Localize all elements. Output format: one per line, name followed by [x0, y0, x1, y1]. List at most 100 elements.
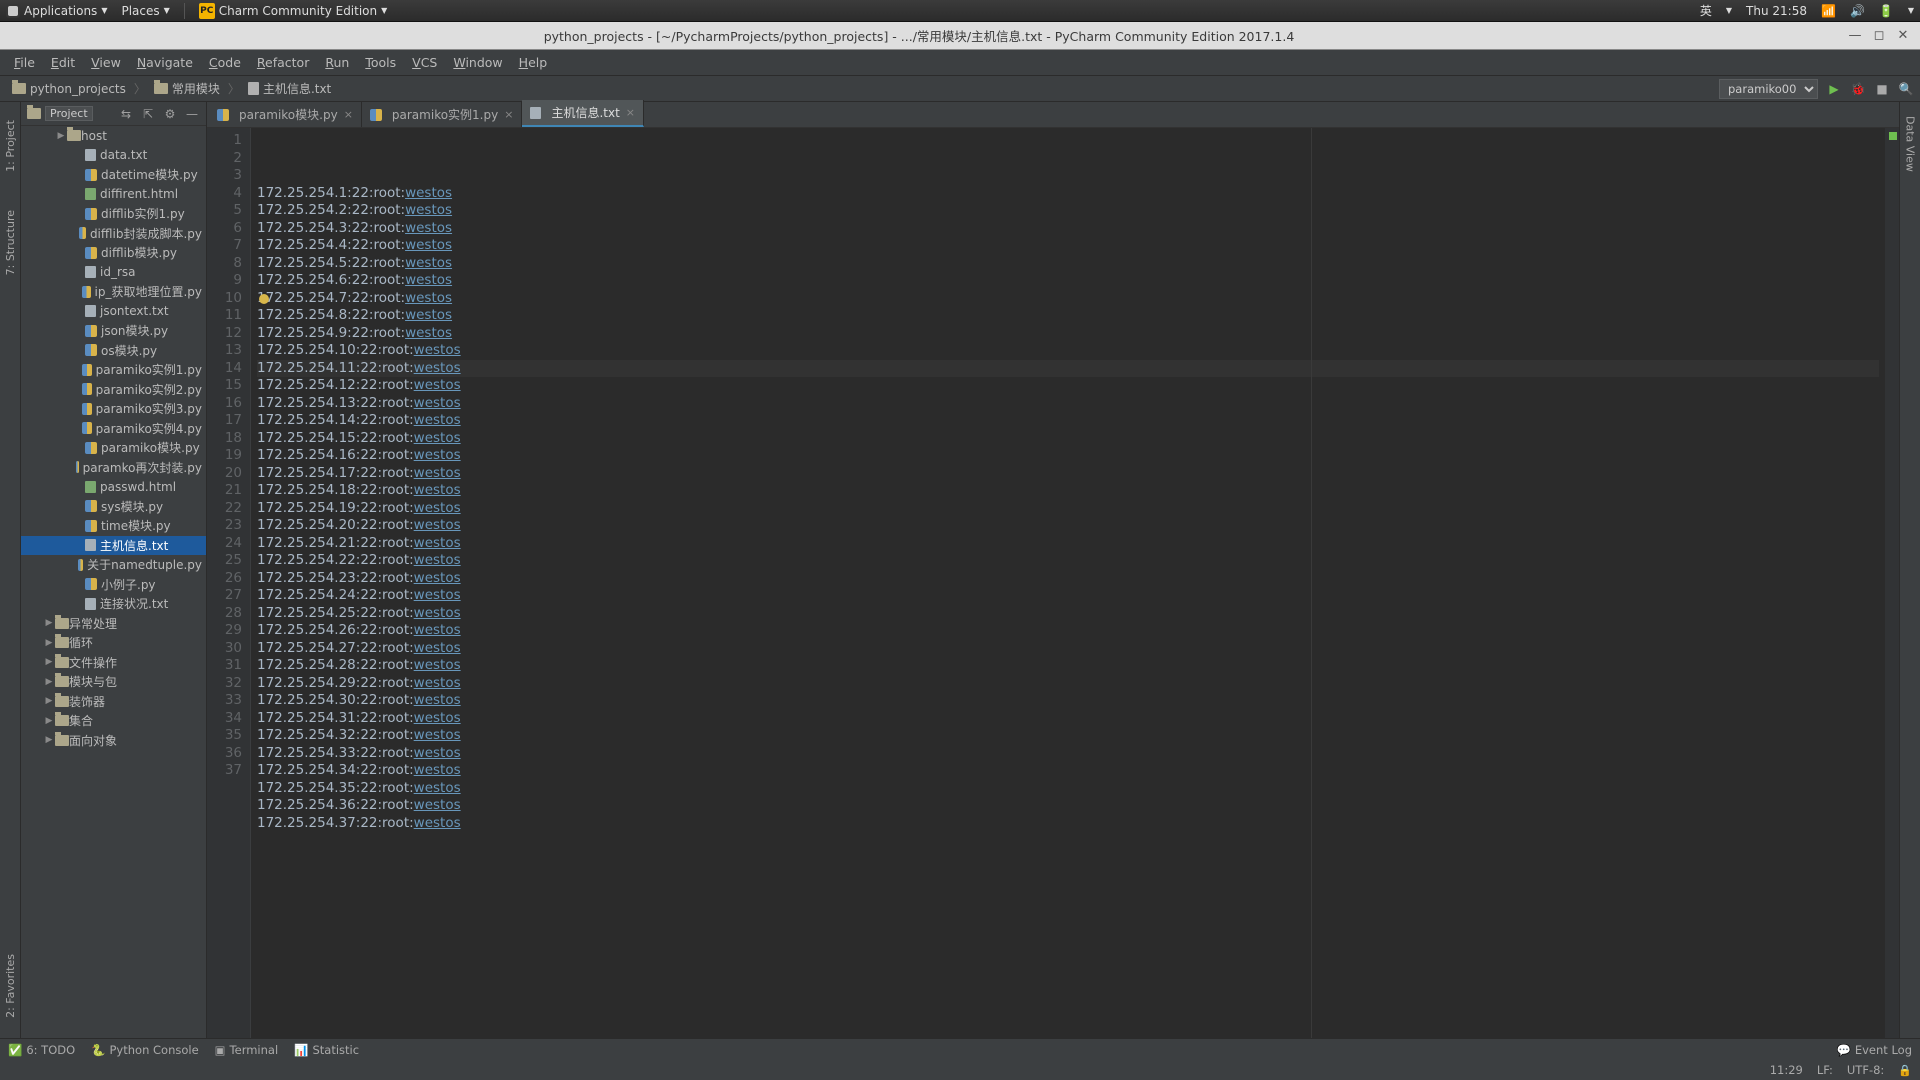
line-number-gutter[interactable]: 1234567891011121314151617181920212223242… [207, 128, 251, 1038]
editor-tab[interactable]: 主机信息.txt× [522, 100, 644, 127]
tree-file[interactable]: 主机信息.txt [21, 536, 206, 556]
editor-tab[interactable]: paramiko模块.py× [209, 102, 362, 127]
search-everywhere-button[interactable]: 🔍 [1898, 81, 1914, 97]
minimize-button[interactable]: — [1848, 28, 1862, 43]
tree-folder[interactable]: ▶循环 [21, 633, 206, 653]
side-tab-favorites[interactable]: 2: Favorites [2, 944, 19, 1028]
menu-window[interactable]: Window [445, 52, 510, 73]
intention-bulb-icon[interactable] [259, 294, 269, 304]
tree-file[interactable]: difflib封装成脚本.py [21, 224, 206, 244]
menu-vcs[interactable]: VCS [404, 52, 445, 73]
debug-button[interactable]: 🐞 [1850, 81, 1866, 97]
project-tree[interactable]: ▶hostdata.txtdatetime模块.pydiffirent.html… [21, 126, 206, 1038]
tree-file[interactable]: difflib模块.py [21, 243, 206, 263]
tree-folder[interactable]: ▶装饰器 [21, 692, 206, 712]
maximize-button[interactable]: ◻ [1872, 28, 1886, 43]
menu-code[interactable]: Code [201, 52, 249, 73]
code-line: 172.25.254.28:22:root:westos [257, 657, 1879, 675]
tree-folder[interactable]: ▶文件操作 [21, 653, 206, 673]
line-separator[interactable]: LF: [1817, 1063, 1833, 1077]
app-switcher[interactable]: PCCharm Community Edition▼ [199, 3, 388, 19]
tool-event-log[interactable]: 💬 Event Log [1837, 1043, 1912, 1057]
tree-file[interactable]: paramko再次封装.py [21, 458, 206, 478]
tool-todo[interactable]: ✅ 6: TODO [8, 1043, 75, 1057]
code-line: 172.25.254.29:22:root:westos [257, 675, 1879, 693]
tree-file[interactable]: 连接状况.txt [21, 594, 206, 614]
code-editor[interactable]: 172.25.254.1:22:root:westos172.25.254.2:… [251, 128, 1885, 1038]
code-line: 172.25.254.18:22:root:westos [257, 482, 1879, 500]
menu-run[interactable]: Run [317, 52, 357, 73]
tool-terminal[interactable]: ▣ Terminal [215, 1043, 278, 1057]
tree-file[interactable]: passwd.html [21, 477, 206, 497]
side-tab-data-view[interactable]: Data View [1902, 106, 1919, 182]
code-line: 172.25.254.21:22:root:westos [257, 535, 1879, 553]
menu-help[interactable]: Help [511, 52, 556, 73]
input-lang[interactable]: 英 [1700, 2, 1712, 19]
volume-icon[interactable]: 🔊 [1850, 4, 1865, 18]
menu-tools[interactable]: Tools [357, 52, 404, 73]
python-file-icon [217, 109, 229, 121]
tab-close-icon[interactable]: × [626, 106, 635, 119]
tree-folder[interactable]: ▶面向对象 [21, 731, 206, 751]
close-button[interactable]: ✕ [1896, 28, 1910, 43]
tool-statistic[interactable]: 📊 Statistic [294, 1043, 359, 1057]
tab-close-icon[interactable]: × [344, 108, 353, 121]
breadcrumb-root[interactable]: python_projects [6, 80, 132, 98]
menu-bar: FileEditViewNavigateCodeRefactorRunTools… [0, 50, 1920, 76]
menu-edit[interactable]: Edit [43, 52, 83, 73]
tree-file[interactable]: difflib实例1.py [21, 204, 206, 224]
menu-refactor[interactable]: Refactor [249, 52, 317, 73]
breadcrumb-file[interactable]: 主机信息.txt [242, 78, 337, 99]
text-file-icon [85, 149, 96, 161]
menu-view[interactable]: View [83, 52, 129, 73]
menu-navigate[interactable]: Navigate [129, 52, 201, 73]
tree-file[interactable]: paramiko实例3.py [21, 399, 206, 419]
code-line: 172.25.254.4:22:root:westos [257, 237, 1879, 255]
tree-folder[interactable]: ▶host [21, 126, 206, 146]
tree-file[interactable]: jsontext.txt [21, 302, 206, 322]
battery-icon[interactable]: 🔋 [1879, 4, 1894, 18]
tree-file[interactable]: data.txt [21, 146, 206, 166]
error-stripe[interactable] [1885, 128, 1899, 1038]
tree-file[interactable]: id_rsa [21, 263, 206, 283]
run-config-selector[interactable]: paramiko00 [1719, 79, 1818, 99]
tree-item-label: difflib模块.py [101, 244, 177, 261]
cursor-position[interactable]: 11:29 [1770, 1063, 1803, 1077]
scroll-to-source-icon[interactable]: ⇆ [118, 106, 134, 122]
readonly-lock-icon[interactable] [1898, 1063, 1912, 1077]
side-tab-structure[interactable]: 7: Structure [2, 200, 19, 285]
tree-file[interactable]: paramiko实例4.py [21, 419, 206, 439]
tree-file[interactable]: sys模块.py [21, 497, 206, 517]
collapse-all-icon[interactable]: ⇱ [140, 106, 156, 122]
network-icon[interactable]: 📶 [1821, 4, 1836, 18]
tree-file[interactable]: ip_获取地理位置.py [21, 282, 206, 302]
tree-folder[interactable]: ▶异常处理 [21, 614, 206, 634]
applications-menu[interactable]: Applications▼ [6, 4, 107, 18]
tree-file[interactable]: paramiko模块.py [21, 438, 206, 458]
breadcrumb-folder[interactable]: 常用模块 [148, 78, 226, 99]
places-menu[interactable]: Places▼ [121, 4, 169, 18]
tree-file[interactable]: paramiko实例1.py [21, 360, 206, 380]
run-button[interactable]: ▶ [1826, 81, 1842, 97]
editor-tab[interactable]: paramiko实例1.py× [362, 102, 523, 127]
tree-file[interactable]: 关于namedtuple.py [21, 555, 206, 575]
tree-file[interactable]: paramiko实例2.py [21, 380, 206, 400]
settings-icon[interactable]: ⚙ [162, 106, 178, 122]
tree-file[interactable]: diffirent.html [21, 185, 206, 205]
file-encoding[interactable]: UTF-8: [1847, 1063, 1884, 1077]
tree-file[interactable]: json模块.py [21, 321, 206, 341]
tree-file[interactable]: time模块.py [21, 516, 206, 536]
side-tab-project[interactable]: 1: Project [2, 110, 19, 182]
tree-folder[interactable]: ▶模块与包 [21, 672, 206, 692]
clock[interactable]: Thu 21:58 [1746, 4, 1807, 18]
tab-close-icon[interactable]: × [504, 108, 513, 121]
tree-folder[interactable]: ▶集合 [21, 711, 206, 731]
tree-file[interactable]: datetime模块.py [21, 165, 206, 185]
menu-file[interactable]: File [6, 52, 43, 73]
stop-button[interactable]: ■ [1874, 81, 1890, 97]
tool-python-console[interactable]: 🐍 Python Console [91, 1043, 199, 1057]
hide-icon[interactable]: — [184, 106, 200, 122]
project-view-combo[interactable]: Project [45, 106, 93, 121]
tree-file[interactable]: os模块.py [21, 341, 206, 361]
tree-file[interactable]: 小例子.py [21, 575, 206, 595]
